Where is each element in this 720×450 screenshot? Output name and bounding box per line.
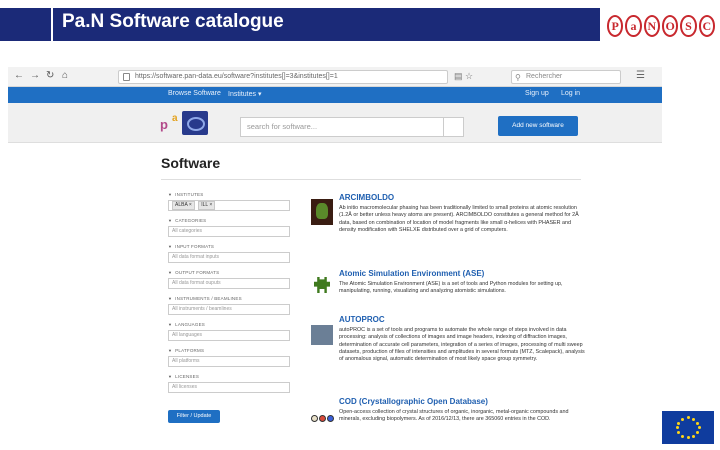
software-thumbnail[interactable]: [311, 325, 333, 345]
divider: [161, 179, 581, 180]
star-icon: [677, 421, 680, 425]
languages-select[interactable]: All languages: [168, 330, 290, 341]
site-header: p a search for software... Add new softw…: [8, 103, 662, 143]
dot-icon: [327, 415, 334, 422]
software-thumbnail[interactable]: [311, 275, 333, 301]
software-thumbnail[interactable]: [311, 403, 334, 429]
filter-label[interactable]: LICENSES: [168, 374, 199, 379]
browser-toolbar: ← → ↻ ⌂ https://software.pan-data.eu/sof…: [8, 67, 662, 87]
software-thumbnail[interactable]: [311, 199, 333, 225]
filter-label[interactable]: OUTPUT FORMATS: [168, 270, 219, 275]
search-button[interactable]: [444, 117, 464, 137]
forward-icon[interactable]: →: [30, 70, 40, 81]
input-formats-select[interactable]: All data format inputs: [168, 252, 290, 263]
dot-icon: [311, 415, 318, 422]
star-icon: [686, 436, 690, 439]
presentation-slide: Pa.N Software catalogue P a N O S C ← → …: [0, 0, 720, 450]
browser-search-field[interactable]: ⚲ Rechercher: [511, 70, 621, 84]
back-icon[interactable]: ←: [14, 70, 24, 81]
instruments-select[interactable]: All instruments / beamlines: [168, 304, 290, 315]
reload-icon[interactable]: ↻: [46, 70, 54, 81]
filter-label[interactable]: PLATFORMS: [168, 348, 204, 353]
site-navbar: Browse Software Institutes ▾ Sign up Log…: [8, 87, 662, 103]
nav-login[interactable]: Log in: [561, 90, 580, 97]
filter-label[interactable]: CATEGORIES: [168, 218, 206, 223]
filter-update-button[interactable]: Filter / Update: [168, 410, 220, 423]
star-icon: [696, 421, 699, 425]
software-description: The Atomic Simulation Environment (ASE) …: [339, 281, 563, 295]
filter-instruments: INSTRUMENTS / BEAMLINES All instruments …: [168, 296, 290, 322]
categories-select[interactable]: All categories: [168, 226, 290, 237]
star-icon: [692, 417, 695, 421]
filter-licenses: LICENSES All licenses: [168, 374, 290, 400]
logo-letter: N: [643, 15, 660, 37]
filter-categories: CATEGORIES All categories: [168, 218, 290, 244]
licenses-select[interactable]: All licenses: [168, 382, 290, 393]
platforms-select[interactable]: All platforms: [168, 356, 290, 367]
star-icon: [677, 430, 680, 434]
logo-glyph: p: [160, 117, 168, 132]
browser-search-placeholder: Rechercher: [526, 73, 563, 80]
star-icon: [681, 417, 684, 421]
globe-icon: [182, 111, 208, 135]
filter-languages: LANGUAGES All languages: [168, 322, 290, 348]
browser-screenshot: ← → ↻ ⌂ https://software.pan-data.eu/sof…: [8, 67, 662, 450]
software-description: autoPROC is a set of tools and programs …: [339, 327, 585, 363]
logo-letter: a: [625, 15, 642, 37]
star-icon: [692, 434, 695, 438]
filter-institutes: INSTITUTES ALBA × ILL ×: [168, 192, 290, 218]
logo-letter: P: [607, 15, 624, 37]
reader-icon[interactable]: ▤ ☆: [454, 71, 473, 82]
software-description: Open-access collection of crystal struct…: [339, 409, 569, 423]
software-search-input[interactable]: search for software...: [240, 117, 444, 137]
filter-label[interactable]: INPUT FORMATS: [168, 244, 214, 249]
star-icon: [696, 430, 699, 434]
filter-label[interactable]: INSTRUMENTS / BEAMLINES: [168, 296, 242, 301]
software-name-link[interactable]: ARCIMBOLDO: [339, 193, 394, 202]
logo-letter: O: [661, 15, 679, 37]
filter-label[interactable]: LANGUAGES: [168, 322, 205, 327]
software-name-link[interactable]: Atomic Simulation Environment (ASE): [339, 269, 484, 278]
nav-signup[interactable]: Sign up: [525, 90, 549, 97]
panosc-logo: P a N O S C: [607, 8, 715, 44]
filter-sidebar: INSTITUTES ALBA × ILL × CATEGORIES All c…: [168, 192, 290, 400]
filter-tag[interactable]: ILL ×: [198, 201, 216, 210]
filter-platforms: PLATFORMS All platforms: [168, 348, 290, 374]
pan-data-logo[interactable]: p a: [160, 111, 212, 137]
search-icon: ⚲: [515, 73, 521, 82]
nav-browse-software[interactable]: Browse Software: [168, 90, 221, 97]
star-icon: [675, 426, 679, 429]
star-icon: [681, 434, 684, 438]
software-name-link[interactable]: AUTOPROC: [339, 315, 385, 324]
filter-output-formats: OUTPUT FORMATS All data format ouputs: [168, 270, 290, 296]
logo-glyph: a: [172, 113, 178, 124]
filter-tag[interactable]: ALBA ×: [172, 201, 195, 210]
slide-title: Pa.N Software catalogue: [62, 11, 284, 32]
home-icon[interactable]: ⌂: [62, 70, 68, 81]
eu-flag-icon: [662, 411, 714, 444]
page-title: Software: [161, 155, 221, 171]
filter-label[interactable]: INSTITUTES: [168, 192, 203, 197]
title-accent-square: [8, 8, 53, 41]
institutes-select[interactable]: ALBA × ILL ×: [168, 200, 290, 211]
star-icon: [686, 416, 690, 419]
add-software-button[interactable]: Add new software: [498, 116, 578, 136]
star-icon: [697, 426, 701, 429]
lock-icon: [123, 73, 130, 81]
url-text: https://software.pan-data.eu/software?in…: [135, 73, 338, 80]
software-name-link[interactable]: COD (Crystallographic Open Database): [339, 397, 488, 406]
nav-institutes-dropdown[interactable]: Institutes ▾: [228, 90, 261, 98]
filter-input-formats: INPUT FORMATS All data format inputs: [168, 244, 290, 270]
software-description: Ab initio macromolecular phasing has bee…: [339, 205, 579, 233]
logo-letter: C: [698, 15, 715, 37]
logo-letter: S: [680, 15, 697, 37]
menu-icon[interactable]: ☰: [636, 70, 645, 81]
output-formats-select[interactable]: All data format ouputs: [168, 278, 290, 289]
url-field[interactable]: https://software.pan-data.eu/software?in…: [118, 70, 448, 84]
dot-icon: [319, 415, 326, 422]
